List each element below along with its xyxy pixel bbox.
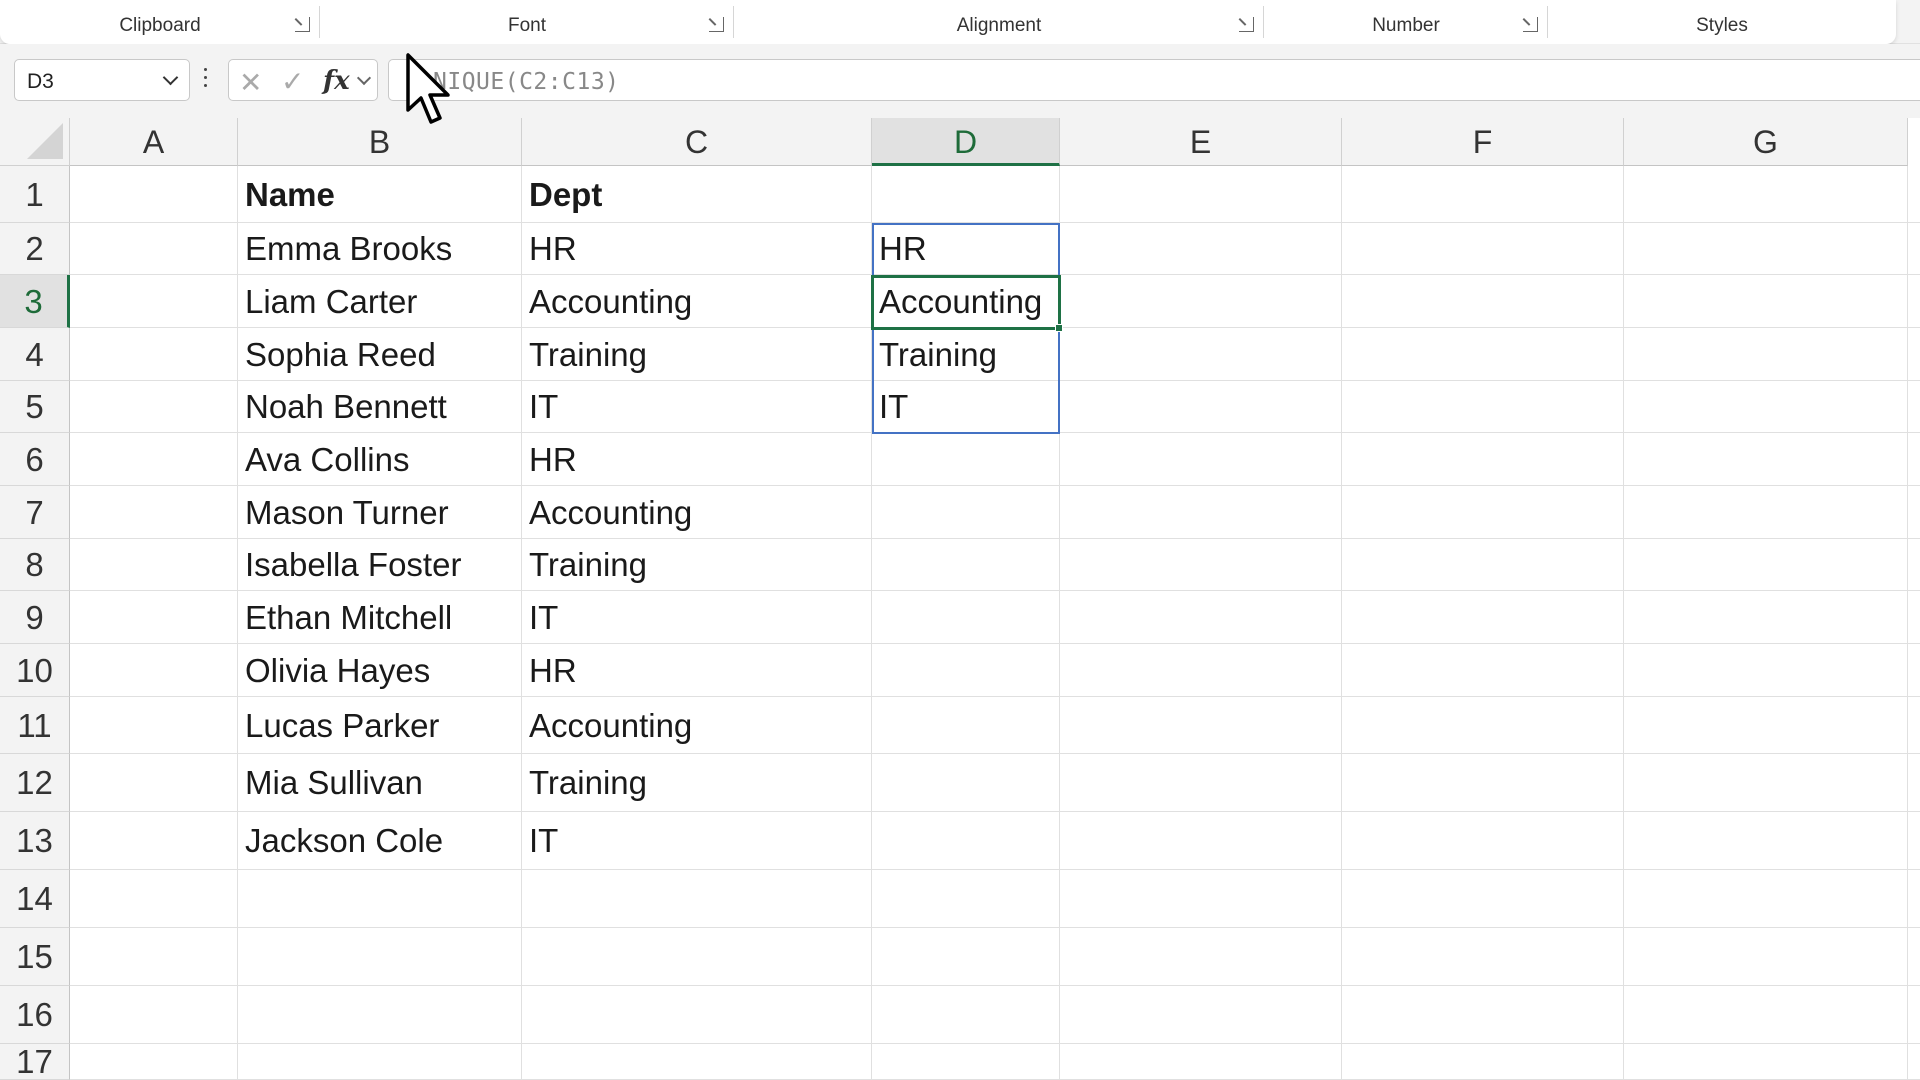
column-header-e[interactable]: E — [1060, 118, 1342, 166]
cancel-icon[interactable]: ✕ — [239, 66, 262, 99]
cell-unique-result[interactable]: Training — [872, 328, 1060, 381]
formula-bar-row: D3 ✕ ✓ fx NIQUE(C2:C13) — [0, 44, 1920, 118]
row-header-17[interactable]: 17 — [0, 1044, 70, 1080]
row-header-5[interactable]: 5 — [0, 381, 70, 433]
chevron-down-icon[interactable] — [356, 70, 372, 86]
column-header-b[interactable]: B — [238, 118, 522, 166]
cell-dept[interactable]: HR — [522, 644, 870, 697]
cell-dept[interactable]: HR — [522, 223, 870, 275]
row-header-2[interactable]: 2 — [0, 223, 70, 275]
column-header-f[interactable]: F — [1342, 118, 1624, 166]
row-header-9[interactable]: 9 — [0, 591, 70, 644]
ribbon-group-labels: Clipboard Font Alignment Number Styles — [0, 0, 1896, 44]
cell-dept[interactable]: Training — [522, 754, 870, 812]
cell-dept[interactable]: IT — [522, 381, 870, 433]
gridline — [70, 1043, 1920, 1044]
name-box[interactable]: D3 — [14, 59, 190, 101]
column-header-a[interactable]: A — [70, 118, 238, 166]
formula-buttons: ✕ ✓ fx — [228, 59, 378, 101]
cell-dept[interactable]: IT — [522, 591, 870, 644]
cell-dept[interactable]: Training — [522, 539, 870, 591]
dialog-launcher-icon[interactable] — [1239, 17, 1254, 32]
gridline — [70, 985, 1920, 986]
gridline — [1623, 166, 1624, 1080]
formula-input[interactable]: NIQUE(C2:C13) — [388, 59, 1920, 101]
ribbon-group-alignment: Alignment — [734, 0, 1264, 44]
cell-unique-result[interactable]: IT — [872, 381, 1060, 433]
gridline — [1907, 166, 1908, 1080]
ribbon-group-label: Styles — [1696, 15, 1748, 36]
fill-handle[interactable] — [1055, 324, 1063, 332]
row-header-15[interactable]: 15 — [0, 928, 70, 986]
ribbon-group-clipboard: Clipboard — [0, 0, 320, 44]
chevron-down-icon[interactable] — [162, 69, 179, 86]
row-header-11[interactable]: 11 — [0, 697, 70, 754]
cell-name[interactable]: Liam Carter — [238, 275, 520, 328]
cell-c1-header[interactable]: Dept — [522, 166, 870, 223]
cell-name[interactable]: Olivia Hayes — [238, 644, 520, 697]
formula-text: NIQUE(C2:C13) — [433, 69, 620, 95]
fx-icon[interactable]: fx — [323, 66, 350, 96]
row-header-14[interactable]: 14 — [0, 870, 70, 928]
ribbon-group-styles: Styles — [1548, 0, 1896, 44]
cell-dept[interactable]: IT — [522, 812, 870, 870]
worksheet-grid[interactable]: A B C D E F G 1 2 3 4 5 6 7 8 9 10 11 12 13 14 15 16 17 N… — [0, 118, 1920, 1080]
row-header-16[interactable]: 16 — [0, 986, 70, 1044]
gridline — [70, 927, 1920, 928]
check-icon[interactable]: ✓ — [281, 65, 304, 98]
ribbon-group-font: Font — [320, 0, 734, 44]
ribbon-group-label: Alignment — [956, 15, 1042, 36]
dialog-launcher-icon[interactable] — [295, 17, 310, 32]
cell-dept[interactable]: HR — [522, 433, 870, 486]
cell-name[interactable]: Sophia Reed — [238, 328, 520, 381]
ribbon-group-number: Number — [1264, 0, 1548, 44]
dialog-launcher-icon[interactable] — [709, 17, 724, 32]
cell-unique-result[interactable]: Accounting — [872, 275, 1060, 328]
column-header-g[interactable]: G — [1624, 118, 1908, 166]
cell-name[interactable]: Ethan Mitchell — [238, 591, 520, 644]
cell-dept[interactable]: Accounting — [522, 275, 870, 328]
ribbon-group-label: Number — [1372, 15, 1440, 36]
ribbon-group-label: Clipboard — [119, 15, 201, 36]
cell-name[interactable]: Mia Sullivan — [238, 754, 520, 812]
cell-name[interactable]: Isabella Foster — [238, 539, 520, 591]
row-header-4[interactable]: 4 — [0, 328, 70, 381]
cell-dept[interactable]: Training — [522, 328, 870, 381]
column-header-c[interactable]: C — [522, 118, 872, 166]
row-header-3[interactable]: 3 — [0, 275, 70, 328]
cell-name[interactable]: Mason Turner — [238, 486, 520, 539]
name-box-value: D3 — [27, 70, 54, 93]
dialog-launcher-icon[interactable] — [1523, 17, 1538, 32]
cell-name[interactable]: Noah Bennett — [238, 381, 520, 433]
ribbon-group-label: Font — [507, 15, 547, 36]
row-header-12[interactable]: 12 — [0, 754, 70, 812]
cell-b1-header[interactable]: Name — [238, 166, 520, 223]
row-header-10[interactable]: 10 — [0, 644, 70, 697]
cell-unique-result[interactable]: HR — [872, 223, 1060, 275]
mouse-cursor-icon — [406, 53, 450, 124]
cell-name[interactable]: Ava Collins — [238, 433, 520, 486]
select-all-button[interactable] — [0, 118, 70, 166]
cell-dept[interactable]: Accounting — [522, 486, 870, 539]
cell-name[interactable]: Emma Brooks — [238, 223, 520, 275]
row-header-1[interactable]: 1 — [0, 166, 70, 223]
row-header-8[interactable]: 8 — [0, 539, 70, 591]
more-options-icon[interactable] — [204, 68, 208, 90]
row-header-13[interactable]: 13 — [0, 812, 70, 870]
column-header-d[interactable]: D — [872, 118, 1060, 166]
cell-name[interactable]: Jackson Cole — [238, 812, 520, 870]
row-header-6[interactable]: 6 — [0, 433, 70, 486]
cell-dept[interactable]: Accounting — [522, 697, 870, 754]
ribbon: Clipboard Font Alignment Number Styles — [0, 0, 1920, 44]
row-header-7[interactable]: 7 — [0, 486, 70, 539]
cell-name[interactable]: Lucas Parker — [238, 697, 520, 754]
gridline — [1341, 166, 1342, 1080]
